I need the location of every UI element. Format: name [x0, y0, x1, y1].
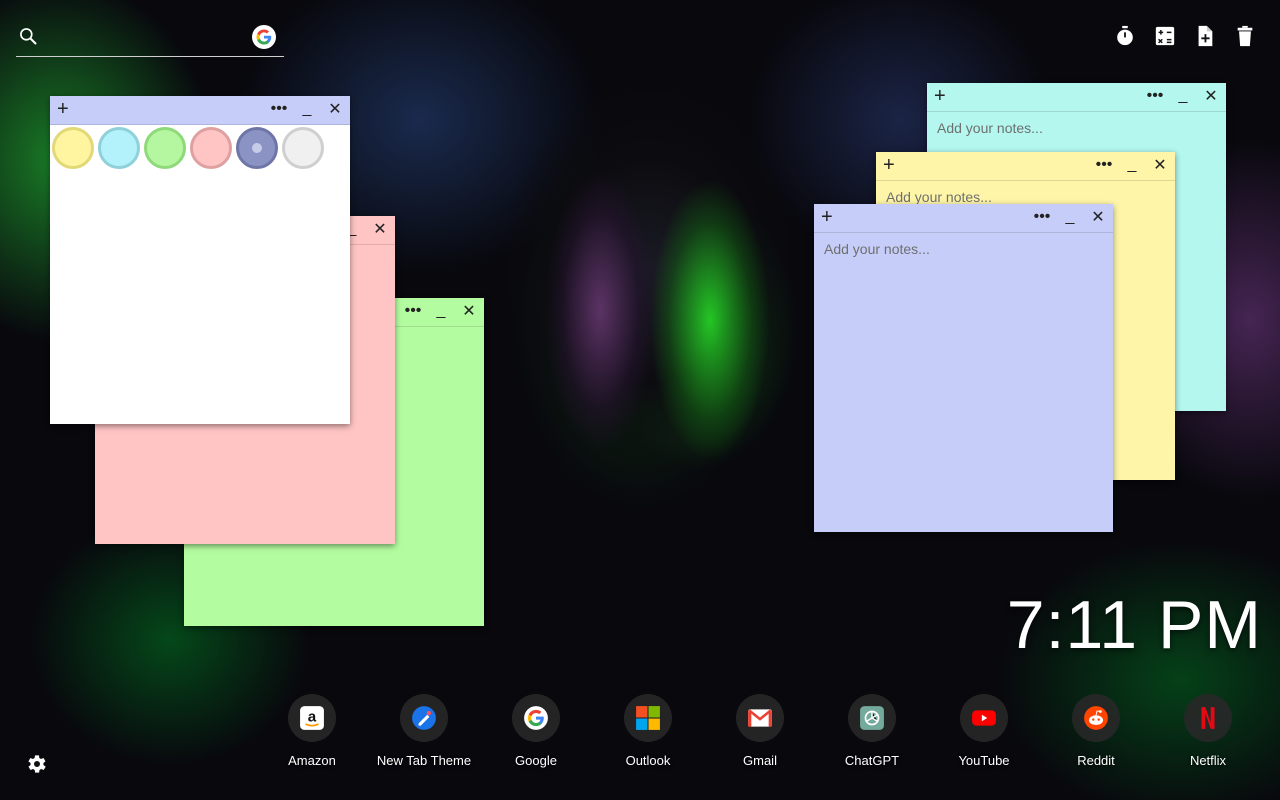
- color-swatch-green[interactable]: [144, 127, 186, 169]
- search-bar: [16, 22, 284, 57]
- toolbar: [1114, 24, 1256, 48]
- close-icon[interactable]: ✕: [326, 100, 344, 118]
- note-titlebar: + ••• _ ✕: [50, 96, 350, 125]
- color-palette: [50, 125, 350, 171]
- app-label: Outlook: [625, 753, 671, 768]
- new-note-icon[interactable]: [1194, 24, 1216, 48]
- sticky-note-blue: + ••• _ ✕: [814, 204, 1113, 533]
- new-tab-theme-icon: [400, 694, 448, 742]
- app-google[interactable]: Google: [480, 694, 592, 768]
- app-label: Reddit: [1077, 753, 1115, 768]
- app-new-tab-theme[interactable]: New Tab Theme: [368, 694, 480, 768]
- app-label: YouTube: [958, 753, 1010, 768]
- close-icon[interactable]: ✕: [371, 220, 389, 238]
- trash-icon[interactable]: [1234, 24, 1256, 48]
- wallpaper-figure: [470, 40, 830, 800]
- minimize-icon[interactable]: _: [298, 100, 316, 118]
- minimize-icon[interactable]: _: [1123, 156, 1141, 174]
- reddit-icon: [1072, 694, 1120, 742]
- wallpaper-face-dark: [545, 170, 655, 450]
- app-label: New Tab Theme: [376, 753, 472, 768]
- app-amazon[interactable]: a Amazon: [256, 694, 368, 768]
- app-label: Google: [515, 753, 557, 768]
- app-netflix[interactable]: Netflix: [1152, 694, 1264, 768]
- app-youtube[interactable]: YouTube: [928, 694, 1040, 768]
- color-swatch-cyan[interactable]: [98, 127, 140, 169]
- sticky-note-white: + ••• _ ✕: [50, 96, 350, 425]
- more-options-icon[interactable]: •••: [1033, 208, 1051, 226]
- add-note-icon[interactable]: +: [883, 155, 895, 175]
- app-chatgpt[interactable]: ChatGPT: [816, 694, 928, 768]
- close-icon[interactable]: ✕: [1089, 208, 1107, 226]
- add-note-icon[interactable]: +: [821, 207, 833, 227]
- add-note-icon[interactable]: +: [934, 86, 946, 106]
- more-options-icon[interactable]: •••: [270, 100, 288, 118]
- note-text-input[interactable]: [50, 171, 350, 425]
- gear-icon[interactable]: [24, 752, 48, 776]
- app-label: ChatGPT: [844, 753, 900, 768]
- color-swatch-pink[interactable]: [190, 127, 232, 169]
- timer-icon[interactable]: [1114, 24, 1136, 48]
- netflix-icon: [1184, 694, 1232, 742]
- close-icon[interactable]: ✕: [1202, 87, 1220, 105]
- minimize-icon[interactable]: _: [1174, 87, 1192, 105]
- note-text-input[interactable]: [814, 233, 1113, 533]
- app-gmail[interactable]: Gmail: [704, 694, 816, 768]
- svg-text:a: a: [308, 708, 317, 725]
- color-swatch-white[interactable]: [282, 127, 324, 169]
- wallpaper-face-green: [650, 180, 770, 460]
- minimize-icon[interactable]: _: [432, 302, 450, 320]
- google-icon: [512, 694, 560, 742]
- chatgpt-icon: [848, 694, 896, 742]
- amazon-icon: a: [288, 694, 336, 742]
- app-reddit[interactable]: Reddit: [1040, 694, 1152, 768]
- note-titlebar: + ••• _ ✕: [814, 204, 1113, 233]
- more-options-icon[interactable]: •••: [1146, 87, 1164, 105]
- close-icon[interactable]: ✕: [1151, 156, 1169, 174]
- note-titlebar: + ••• _ ✕: [876, 152, 1175, 181]
- app-label: Amazon: [288, 753, 336, 768]
- app-outlook[interactable]: Outlook: [592, 694, 704, 768]
- note-titlebar: + ••• _ ✕: [927, 83, 1226, 112]
- search-input[interactable]: [50, 25, 244, 51]
- app-dock: a Amazon New Tab Theme Google Outlook Gm…: [256, 694, 1264, 768]
- clock: 7:11 PM: [1006, 587, 1262, 663]
- calculator-icon[interactable]: [1154, 24, 1176, 48]
- color-swatch-yellow[interactable]: [52, 127, 94, 169]
- gmail-icon: [736, 694, 784, 742]
- app-label: Gmail: [743, 753, 777, 768]
- minimize-icon[interactable]: _: [1061, 208, 1079, 226]
- outlook-icon: [624, 694, 672, 742]
- more-options-icon[interactable]: •••: [404, 302, 422, 320]
- google-icon[interactable]: [252, 25, 276, 49]
- more-options-icon[interactable]: •••: [1095, 156, 1113, 174]
- color-swatch-blue[interactable]: [236, 127, 278, 169]
- youtube-icon: [960, 694, 1008, 742]
- app-label: Netflix: [1189, 753, 1227, 768]
- add-note-icon[interactable]: +: [57, 99, 69, 119]
- close-icon[interactable]: ✕: [460, 302, 478, 320]
- search-icon[interactable]: [18, 26, 38, 46]
